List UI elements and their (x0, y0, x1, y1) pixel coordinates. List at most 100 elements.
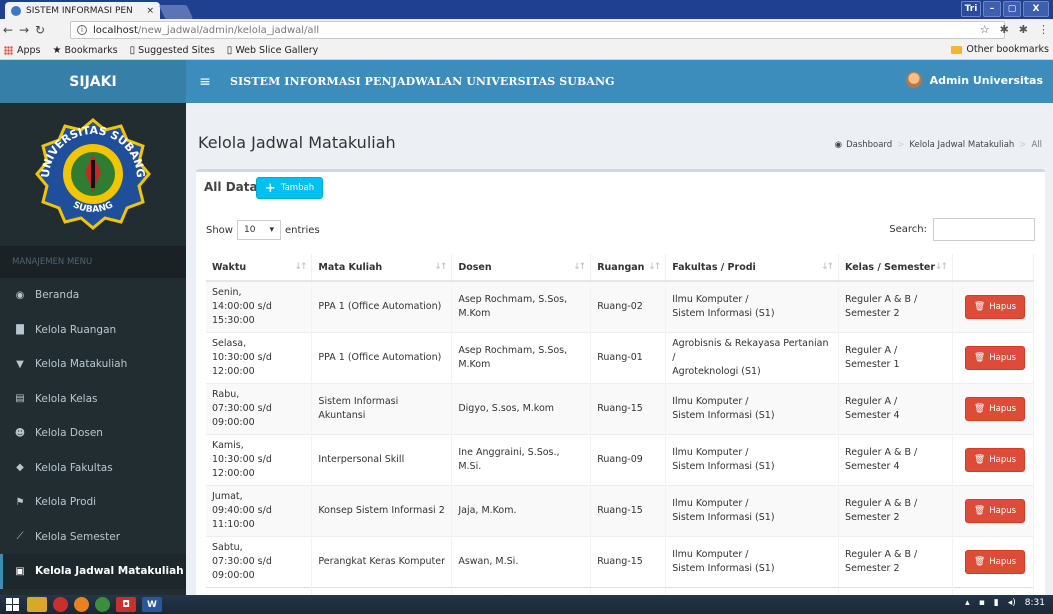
page-icon: ▯ (129, 44, 136, 56)
cell-dosen: Digyo, S.sos, M.kom (451, 383, 592, 435)
tab-close-icon[interactable]: × (146, 6, 154, 16)
footer-waktu: Waktu (206, 587, 313, 595)
cell-kelas-semester: Reguler A / Semester 4 (838, 383, 953, 435)
cell-mata-kuliah: Interpersonal Skill (311, 434, 453, 486)
word-icon[interactable]: W (142, 597, 162, 612)
sidebar-item-kelola-kelas[interactable]: ▤ Kelola Kelas (0, 382, 186, 417)
column-header-ruangan[interactable]: Ruangan ↓↑ (590, 254, 667, 282)
cell-fakultas-prodi: Ilmu Komputer / Sistem Informasi (S1) (665, 434, 840, 486)
cell-waktu: Rabu, 07:30:00 s/d 09:00:00 (206, 383, 313, 435)
sidebar-item-kelola-ruangan[interactable]: ▇ Kelola Ruangan (0, 313, 186, 348)
close-window-button[interactable]: X (1023, 1, 1049, 17)
cell-fakultas-prodi: Agrobisnis & Rekayasa Pertanian / Agrotek… (665, 332, 840, 384)
back-arrow-icon[interactable]: ← (0, 23, 16, 37)
column-header-fakultas-prodi[interactable]: Fakultas / Prodi ↓↑ (665, 254, 840, 282)
tray-up-arrow-icon[interactable]: ▴ (965, 598, 970, 608)
sidebar-item-beranda[interactable]: ◉ Beranda (0, 278, 186, 313)
profile-button[interactable]: Tri (961, 1, 981, 17)
data-box: All Data + Tambah Show 10 ▾ entries Sear… (196, 169, 1045, 595)
browser-firefox-icon[interactable] (74, 597, 89, 612)
tray-volume-icon[interactable]: ◂) (1008, 598, 1016, 608)
browser-chrome-icon[interactable] (95, 597, 110, 612)
apps-grid-icon (4, 45, 13, 55)
page-title: Kelola Jadwal Matakuliah (198, 133, 396, 152)
plus-icon: + (264, 180, 276, 196)
delete-button[interactable]: 🗑 Hapus (964, 499, 1025, 523)
top-navbar: ≡ SISTEM INFORMASI PENJADWALAN UNIVERSIT… (186, 60, 1053, 103)
sidebar-item-kelola-prodi[interactable]: ⚑ Kelola Prodi (0, 485, 186, 520)
start-button[interactable] (3, 597, 21, 612)
graduation-cap-icon: ◆ (16, 462, 24, 474)
chevron-down-icon: ▾ (269, 225, 274, 235)
bookmark-bookmarks[interactable]: ★ Bookmarks (53, 45, 118, 56)
browser-titlebar: SISTEM INFORMASI PEN × Tri – ▢ X (0, 0, 1053, 19)
bookmark-suggested-sites[interactable]: ▯ Suggested Sites (130, 45, 215, 56)
reload-icon[interactable]: ↻ (32, 23, 48, 37)
column-header-waktu[interactable]: Waktu ↓↑ (206, 254, 313, 282)
table-row: Jumat, 09:40:00 s/d 11:10:00 Konsep Sistem… (206, 485, 1035, 537)
minimize-button[interactable]: – (983, 1, 1001, 17)
schedule-table: Waktu ↓↑ Mata Kuliah ↓↑ Dosen ↓↑ Ruangan ↓↑ … (206, 254, 1035, 595)
brand-logo[interactable]: SIJAKI (0, 60, 186, 103)
sort-icon: ↓↑ (434, 262, 447, 272)
forward-arrow-icon[interactable]: → (16, 23, 32, 37)
cell-mata-kuliah: Sistem Informasi Akuntansi (311, 383, 453, 435)
cell-waktu: Sabtu, 07:30:00 s/d 09:00:00 (206, 536, 313, 588)
address-bar[interactable]: i localhost/new_jadwal/admin/kelola_jadw… (70, 21, 1005, 39)
cell-kelas-semester: Reguler A & B / Semester 2 (838, 485, 953, 537)
cell-actions: 🗑 Hapus (952, 434, 1035, 486)
delete-button[interactable]: 🗑 Hapus (964, 550, 1025, 574)
sidebar-item-kelola-matakuliah[interactable]: ▼ Kelola Matakuliah (0, 347, 186, 382)
hamburger-menu-icon[interactable]: ≡ (186, 74, 224, 90)
sidebar-item-kelola-jadwal-matakuliah[interactable]: ▣ Kelola Jadwal Matakuliah (0, 554, 186, 589)
entries-select[interactable]: 10 ▾ (236, 220, 281, 240)
other-bookmarks[interactable]: Other bookmarks (951, 44, 1049, 55)
file-explorer-icon[interactable] (27, 597, 47, 612)
sidebar-item-kelola-semester[interactable]: ⟋ Kelola Semester (0, 520, 186, 555)
search-input[interactable] (933, 218, 1035, 241)
column-header-mata-kuliah[interactable]: Mata Kuliah ↓↑ (311, 254, 453, 282)
browser-tab[interactable]: SISTEM INFORMASI PEN × (5, 2, 160, 19)
sidebar-item-label: Kelola Dosen (35, 427, 103, 440)
extension-icon-2[interactable]: ✱ (1019, 23, 1028, 36)
cell-mata-kuliah: Perangkat Keras Komputer (311, 536, 453, 588)
cell-waktu: Selasa, 10:30:00 s/d 12:00:00 (206, 332, 313, 384)
user-menu[interactable]: Admin Universitas (905, 72, 1043, 88)
flag-icon: ⚑ (15, 496, 25, 508)
extension-icon[interactable]: ✱ (1000, 23, 1009, 36)
new-tab-button[interactable] (158, 5, 194, 19)
info-icon[interactable]: i (77, 25, 87, 35)
tray-network-icon[interactable]: ▮ (994, 598, 999, 608)
bookmark-apps[interactable]: Apps (4, 45, 41, 56)
footer-mata-kuliah: Mata Kuliah (311, 587, 453, 595)
browser-opera-icon[interactable] (53, 597, 68, 612)
clock[interactable]: 8:31 (1025, 598, 1045, 608)
bookmark-icon: ▼ (16, 358, 24, 370)
delete-button[interactable]: 🗑 Hapus (964, 397, 1025, 421)
delete-button[interactable]: 🗑 Hapus (964, 346, 1025, 370)
cell-actions: 🗑 Hapus (952, 332, 1035, 384)
sidebar-item-kelola-fakultas[interactable]: ◆ Kelola Fakultas (0, 451, 186, 486)
breadcrumb-kelola-jadwal[interactable]: Kelola Jadwal Matakuliah (909, 140, 1014, 150)
bookmark-web-slice-gallery[interactable]: ▯ Web Slice Gallery (227, 45, 318, 56)
star-icon[interactable]: ☆ (980, 23, 990, 36)
add-schedule-button[interactable]: + Tambah (256, 177, 323, 199)
sidebar-item-kelola-dosen[interactable]: ☻ Kelola Dosen (0, 416, 186, 451)
entries-length-control: Show 10 ▾ entries (206, 220, 320, 240)
breadcrumb-dashboard[interactable]: Dashboard (846, 140, 892, 150)
delete-button[interactable]: 🗑 Hapus (964, 448, 1025, 472)
column-header-dosen[interactable]: Dosen ↓↑ (451, 254, 592, 282)
maximize-button[interactable]: ▢ (1003, 1, 1021, 17)
user-name: Admin Universitas (929, 73, 1043, 87)
table-row: Senin, 14:00:00 s/d 15:30:00 PPA 1 (Office… (206, 280, 1035, 333)
delete-button[interactable]: 🗑 Hapus (964, 295, 1025, 319)
cell-waktu: Senin, 14:00:00 s/d 15:30:00 (206, 280, 313, 333)
menu-dots-icon[interactable]: ⋮ (1038, 23, 1049, 36)
tray-app-icon[interactable]: ▪ (979, 598, 985, 608)
sidebar-item-label: Kelola Matakuliah (35, 358, 128, 371)
cell-kelas-semester: Reguler A / Semester 1 (838, 332, 953, 384)
app-red-icon[interactable]: ◘ (116, 597, 136, 612)
cell-fakultas-prodi: Ilmu Komputer / Sistem Informasi (S1) (665, 536, 840, 588)
cell-kelas-semester: Reguler A & B / Semester 2 (838, 536, 953, 588)
column-header-kelas-semester[interactable]: Kelas / Semester ↓↑ (838, 254, 953, 282)
